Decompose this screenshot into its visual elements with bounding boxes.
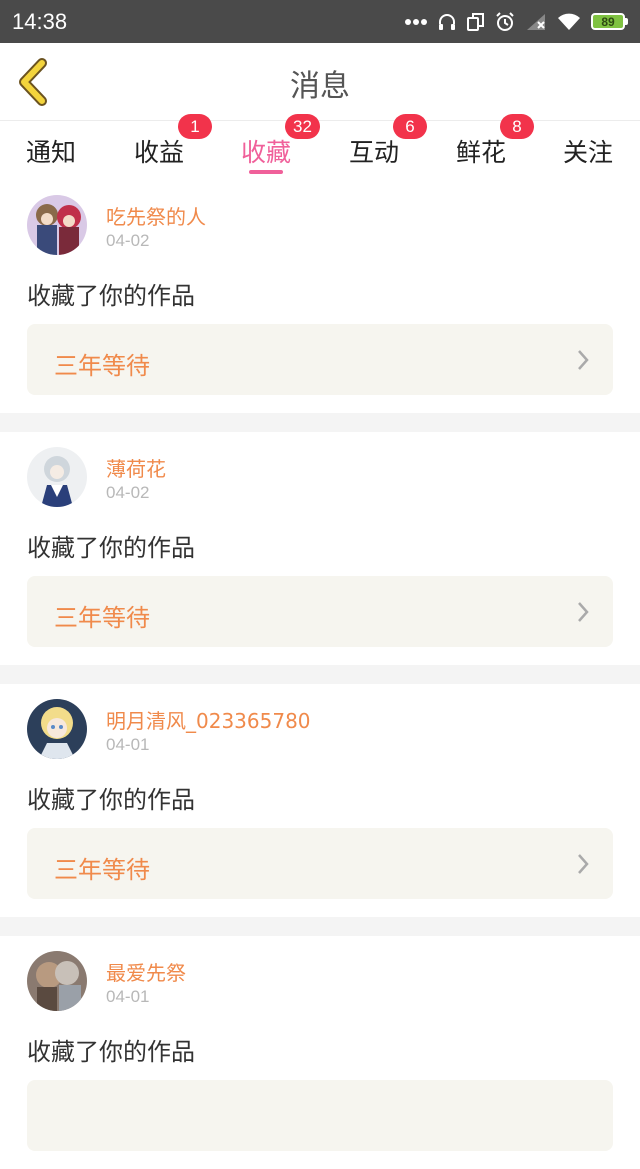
username[interactable]: 最爱先祭 <box>106 957 186 986</box>
tab-flowers[interactable]: 鲜花 <box>456 133 506 169</box>
message-list: 吃先祭的人 04-02 收藏了你的作品 三年等待 薄荷花 04-02 收藏了你的… <box>0 180 640 1169</box>
signal-off-icon <box>527 13 545 30</box>
message-card: 吃先祭的人 04-02 收藏了你的作品 三年等待 <box>0 180 640 413</box>
work-link[interactable]: 三年等待 <box>27 324 613 395</box>
message-card: 明月清风_023365780 04-01 收藏了你的作品 三年等待 <box>0 684 640 917</box>
tab-following[interactable]: 关注 <box>563 133 613 169</box>
divider <box>0 413 640 432</box>
work-link[interactable] <box>27 1080 613 1151</box>
tab-notifications[interactable]: 通知 <box>26 133 76 169</box>
message-date: 04-02 <box>106 483 150 502</box>
action-text: 收藏了你的作品 <box>27 786 195 814</box>
tab-favorites[interactable]: 收藏 <box>241 133 291 169</box>
divider <box>0 665 640 684</box>
tab-interactions[interactable]: 互动 <box>349 133 399 169</box>
avatar[interactable] <box>27 447 87 507</box>
chevron-right-icon <box>578 350 589 370</box>
status-bar: 14:38 89 <box>0 0 640 43</box>
avatar[interactable] <box>27 951 87 1011</box>
battery-icon: 89 <box>591 13 628 30</box>
message-date: 04-01 <box>106 987 150 1006</box>
work-title: 三年等待 <box>54 352 150 380</box>
work-title: 三年等待 <box>54 604 150 632</box>
alarm-icon <box>496 11 514 31</box>
more-dots-icon <box>405 18 427 25</box>
wifi-icon <box>558 13 580 30</box>
tab-interactions-badge: 6 <box>393 114 427 139</box>
action-text: 收藏了你的作品 <box>27 1038 195 1066</box>
tab-favorites-badge: 32 <box>285 114 320 139</box>
message-date: 04-02 <box>106 231 150 250</box>
page-title: 消息 <box>290 69 350 104</box>
copy-icon <box>467 12 484 31</box>
username[interactable]: 吃先祭的人 <box>106 201 206 230</box>
work-link[interactable]: 三年等待 <box>27 576 613 647</box>
tab-bar: 通知 收益 1 收藏 32 互动 6 鲜花 8 关注 <box>0 114 640 179</box>
message-card: 薄荷花 04-02 收藏了你的作品 三年等待 <box>0 432 640 665</box>
chevron-right-icon <box>578 602 589 622</box>
active-tab-indicator <box>249 170 283 174</box>
battery-level: 89 <box>591 13 625 30</box>
action-text: 收藏了你的作品 <box>27 282 195 310</box>
tab-flowers-badge: 8 <box>500 114 534 139</box>
tab-earnings-badge: 1 <box>178 114 212 139</box>
work-title: 三年等待 <box>54 856 150 884</box>
username[interactable]: 明月清风_023365780 <box>106 705 311 734</box>
nav-bar: 消息 <box>0 43 640 121</box>
message-date: 04-01 <box>106 735 150 754</box>
divider <box>0 917 640 936</box>
chevron-right-icon <box>578 854 589 874</box>
status-time: 14:38 <box>12 8 68 34</box>
status-icons: 89 <box>405 11 628 32</box>
username[interactable]: 薄荷花 <box>106 453 166 482</box>
avatar[interactable] <box>27 699 87 759</box>
work-link[interactable]: 三年等待 <box>27 828 613 899</box>
message-card: 最爱先祭 04-01 收藏了你的作品 <box>0 936 640 1169</box>
action-text: 收藏了你的作品 <box>27 534 195 562</box>
avatar[interactable] <box>27 195 87 255</box>
tab-earnings[interactable]: 收益 <box>134 133 184 169</box>
headset-icon <box>439 13 455 30</box>
